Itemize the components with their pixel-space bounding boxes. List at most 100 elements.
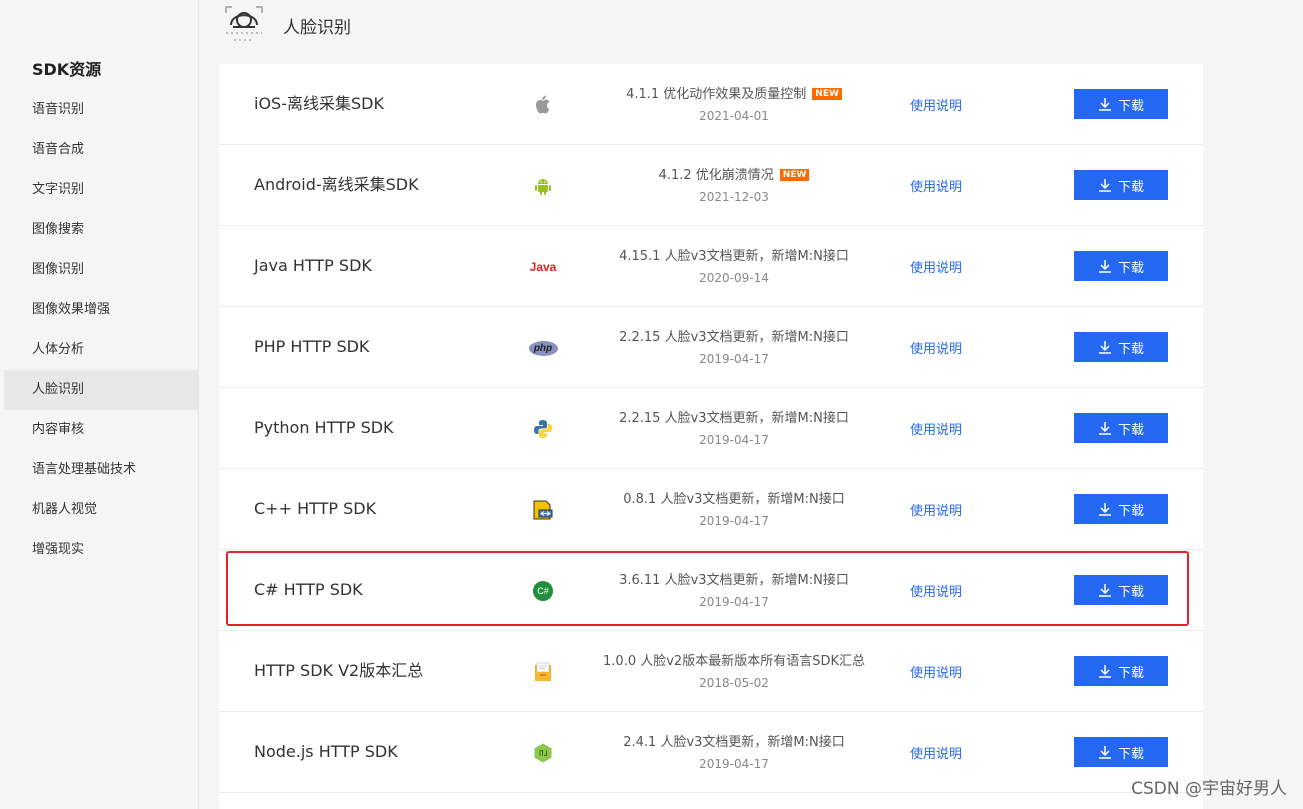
sdk-row-php: PHP HTTP SDK php 2.2.15 人脸v3文档更新，新增M:N接口… — [219, 307, 1203, 388]
sdk-name: Node.js HTTP SDK — [254, 742, 398, 761]
sdk-row-ios: iOS-离线采集SDK 4.1.1 优化动作效果及质量控制 NEW 2021-04… — [219, 64, 1203, 145]
download-icon — [1098, 341, 1111, 354]
sdk-description: 2.2.15 人脸v3文档更新，新增M:N接口 — [619, 330, 849, 345]
new-badge: NEW — [779, 169, 810, 181]
download-label: 下载 — [1117, 422, 1144, 438]
download-button[interactable]: 下载 — [1074, 413, 1168, 443]
sidebar-item-speech-recognition[interactable]: 语音识别 — [4, 90, 198, 130]
sdk-row-csharp: C# HTTP SDK C# 3.6.11 人脸v3文档更新，新增M:N接口 2… — [219, 550, 1203, 631]
download-label: 下载 — [1117, 341, 1144, 357]
sidebar-item-image-search[interactable]: 图像搜索 — [4, 210, 198, 250]
sdk-name: C# HTTP SDK — [254, 580, 363, 599]
java-icon: Java — [529, 254, 557, 280]
nodejs-icon — [530, 740, 556, 766]
usage-doc-link[interactable]: 使用说明 — [910, 338, 962, 357]
download-label: 下载 — [1117, 746, 1144, 762]
sdk-date: 2019-04-17 — [699, 514, 769, 528]
download-icon — [1098, 503, 1111, 516]
download-label: 下载 — [1117, 179, 1144, 195]
section-title: 人脸识别 — [283, 18, 351, 38]
sdk-list-panel: iOS-离线采集SDK 4.1.1 优化动作效果及质量控制 NEW 2021-04… — [219, 64, 1203, 809]
usage-doc-link[interactable]: 使用说明 — [910, 581, 962, 600]
usage-doc-link[interactable]: 使用说明 — [910, 176, 962, 195]
sdk-description: 3.6.11 人脸v3文档更新，新增M:N接口 — [619, 573, 849, 588]
usage-doc-link[interactable]: 使用说明 — [910, 743, 962, 762]
download-button[interactable]: 下载 — [1074, 332, 1168, 362]
download-button[interactable]: 下载 — [1074, 89, 1168, 119]
java-icon-text: Java — [529, 260, 557, 274]
sidebar-item-content-moderation[interactable]: 内容审核 — [4, 410, 198, 450]
sidebar-item-ar[interactable]: 增强现实 — [4, 530, 198, 570]
download-icon — [1098, 98, 1111, 111]
sdk-row-python: Python HTTP SDK 2.2.15 人脸v3文档更新，新增M:N接口 … — [219, 388, 1203, 469]
sdk-date: 2019-04-17 — [699, 757, 769, 771]
new-badge: NEW — [812, 88, 842, 100]
download-button[interactable]: 下载 — [1074, 494, 1168, 524]
sidebar-item-image-enhancement[interactable]: 图像效果增强 — [4, 290, 198, 330]
sdk-description: 2.4.1 人脸v3文档更新，新增M:N接口 — [623, 735, 845, 750]
download-button[interactable]: 下载 — [1074, 170, 1168, 200]
download-icon — [1098, 665, 1111, 678]
sdk-row-java: Java HTTP SDK Java 4.15.1 人脸v3文档更新，新增M:N… — [219, 226, 1203, 307]
sdk-name: iOS-离线采集SDK — [254, 94, 384, 113]
sidebar: SDK资源 语音识别 语音合成 文字识别 图像搜索 图像识别 图像效果增强 人体… — [0, 0, 198, 809]
sidebar-item-body-analysis[interactable]: 人体分析 — [4, 330, 198, 370]
download-label: 下载 — [1117, 98, 1144, 114]
archive-icon — [530, 659, 556, 685]
sidebar-item-speech-synthesis[interactable]: 语音合成 — [4, 130, 198, 170]
php-icon: php — [528, 335, 558, 361]
sidebar-item-robot-vision[interactable]: 机器人视觉 — [4, 490, 198, 530]
watermark: CSDN @宇宙好男人 — [1131, 779, 1287, 799]
sidebar-item-ocr[interactable]: 文字识别 — [4, 170, 198, 210]
usage-doc-link[interactable]: 使用说明 — [910, 662, 962, 681]
download-label: 下载 — [1117, 584, 1144, 600]
cpp-icon — [530, 497, 556, 523]
sdk-description: 4.15.1 人脸v3文档更新，新增M:N接口 — [619, 249, 849, 264]
download-icon — [1098, 179, 1111, 192]
sdk-name: Python HTTP SDK — [254, 418, 394, 437]
sidebar-list: 语音识别 语音合成 文字识别 图像搜索 图像识别 图像效果增强 人体分析 人脸识… — [4, 90, 198, 570]
sdk-date: 2020-09-14 — [699, 271, 769, 285]
sdk-name: PHP HTTP SDK — [254, 337, 370, 356]
sdk-date: 2019-04-17 — [699, 352, 769, 366]
sdk-version-note: 4.1.1 优化动作效果及质量控制 — [626, 87, 807, 102]
sidebar-item-nlp[interactable]: 语言处理基础技术 — [4, 450, 198, 490]
sdk-name: Android-离线采集SDK — [254, 175, 419, 194]
sidebar-title: SDK资源 — [32, 60, 102, 79]
download-icon — [1098, 422, 1111, 435]
download-button[interactable]: 下载 — [1074, 656, 1168, 686]
sdk-name: C++ HTTP SDK — [254, 499, 377, 518]
sdk-row-android: Android-离线采集SDK 4.1.2 优化崩溃情况 NEW 2021-12-… — [219, 145, 1203, 226]
sdk-date: 2018-05-02 — [699, 676, 769, 690]
sidebar-divider — [198, 0, 199, 809]
section-header: 人脸识别 — [219, 0, 819, 50]
usage-doc-link[interactable]: 使用说明 — [910, 257, 962, 276]
usage-doc-link[interactable]: 使用说明 — [910, 419, 962, 438]
csharp-icon-text: C# — [537, 586, 549, 596]
sidebar-item-image-recognition[interactable]: 图像识别 — [4, 250, 198, 290]
download-label: 下载 — [1117, 503, 1144, 519]
apple-icon — [530, 92, 556, 118]
sdk-description: 1.0.0 人脸v2版本最新版本所有语言SDK汇总 — [603, 654, 865, 669]
sdk-name: HTTP SDK V2版本汇总 — [254, 661, 424, 680]
download-icon — [1098, 584, 1111, 597]
usage-doc-link[interactable]: 使用说明 — [910, 95, 962, 114]
sdk-row-cpp: C++ HTTP SDK 0.8.1 人脸v3文档更新，新增M:N接口 2019… — [219, 469, 1203, 550]
sdk-version-note: 4.1.2 优化崩溃情况 — [658, 168, 774, 183]
sdk-description: 0.8.1 人脸v3文档更新，新增M:N接口 — [623, 492, 845, 507]
download-label: 下载 — [1117, 665, 1144, 681]
download-button[interactable]: 下载 — [1074, 575, 1168, 605]
download-icon — [1098, 746, 1111, 759]
sdk-date: 2019-04-17 — [699, 595, 769, 609]
download-button[interactable]: 下载 — [1074, 251, 1168, 281]
sdk-date: 2021-12-03 — [699, 190, 769, 204]
sdk-row-nodejs: Node.js HTTP SDK 2.4.1 人脸v3文档更新，新增M:N接口 … — [219, 712, 1203, 793]
sdk-description: 2.2.15 人脸v3文档更新，新增M:N接口 — [619, 411, 849, 426]
download-button[interactable]: 下载 — [1074, 737, 1168, 767]
csharp-icon: C# — [530, 578, 556, 604]
python-icon — [530, 416, 556, 442]
sidebar-item-face-recognition[interactable]: 人脸识别 — [4, 370, 198, 410]
usage-doc-link[interactable]: 使用说明 — [910, 500, 962, 519]
download-label: 下载 — [1117, 260, 1144, 276]
download-icon — [1098, 260, 1111, 273]
